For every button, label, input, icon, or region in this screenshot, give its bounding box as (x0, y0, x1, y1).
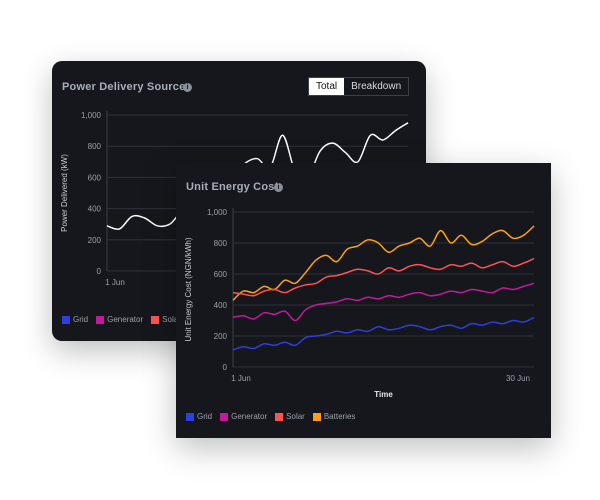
legend-swatch (275, 412, 284, 421)
legend-item-generator[interactable]: Generator (96, 315, 143, 324)
y-tick-label: 1,000 (207, 208, 228, 217)
y-tick-label: 800 (214, 239, 228, 248)
y-tick-label: 0 (223, 363, 228, 372)
series-line-solar (232, 257, 535, 297)
power-delivery-legend: Grid Generator Solar (62, 315, 181, 324)
series-line-grid (232, 316, 535, 351)
legend-label: Generator (107, 315, 144, 324)
y-tick-label: 1,000 (81, 111, 102, 120)
x-tick-label: 30 Jun (506, 374, 530, 383)
x-tick-label: 1 Jun (105, 278, 125, 287)
y-axis-label: Power Delivered (kW) (60, 154, 69, 232)
legend-swatch (186, 412, 194, 421)
series-line-batteries (232, 225, 535, 301)
y-tick-label: 600 (214, 270, 228, 279)
y-tick-label: 200 (214, 332, 228, 341)
series-line-generator (232, 282, 535, 322)
legend-label: Generator (231, 412, 268, 421)
legend-swatch (62, 315, 70, 324)
legend-item-batteries[interactable]: Batteries (312, 412, 356, 421)
unit-energy-cost-card: Unit Energy Cost i 0 200 400 600 800 1,000 Uni… (176, 163, 551, 438)
legend-item-generator[interactable]: Generator (220, 412, 267, 421)
unit-energy-cost-legend: Grid Generator Solar Batteries (186, 412, 355, 421)
legend-swatch (151, 315, 160, 324)
legend-label: Grid (73, 315, 89, 324)
legend-item-grid[interactable]: Grid (62, 315, 88, 324)
legend-label: Batteries (323, 412, 356, 421)
y-tick-label: 200 (88, 236, 102, 245)
legend-label: Grid (197, 412, 213, 421)
legend-swatch (220, 412, 229, 421)
y-tick-label: 400 (88, 205, 102, 214)
x-tick-label: 1 Jun (231, 374, 251, 383)
unit-energy-cost-chart: 0 200 400 600 800 1,000 Unit Energy Cost (NGN/… (184, 208, 535, 399)
x-axis-label: Time (374, 390, 393, 399)
y-tick-label: 400 (214, 301, 228, 310)
y-tick-label: 600 (88, 173, 102, 182)
legend-swatch (312, 412, 321, 421)
legend-item-solar[interactable]: Solar (275, 412, 305, 421)
y-axis-label: Unit Energy Cost (NGN/kWh) (184, 237, 193, 341)
legend-swatch (96, 315, 105, 324)
y-tick-label: 800 (88, 142, 102, 151)
y-tick-label: 0 (97, 267, 102, 276)
legend-item-grid[interactable]: Grid (186, 412, 212, 421)
legend-label: Solar (286, 412, 305, 421)
